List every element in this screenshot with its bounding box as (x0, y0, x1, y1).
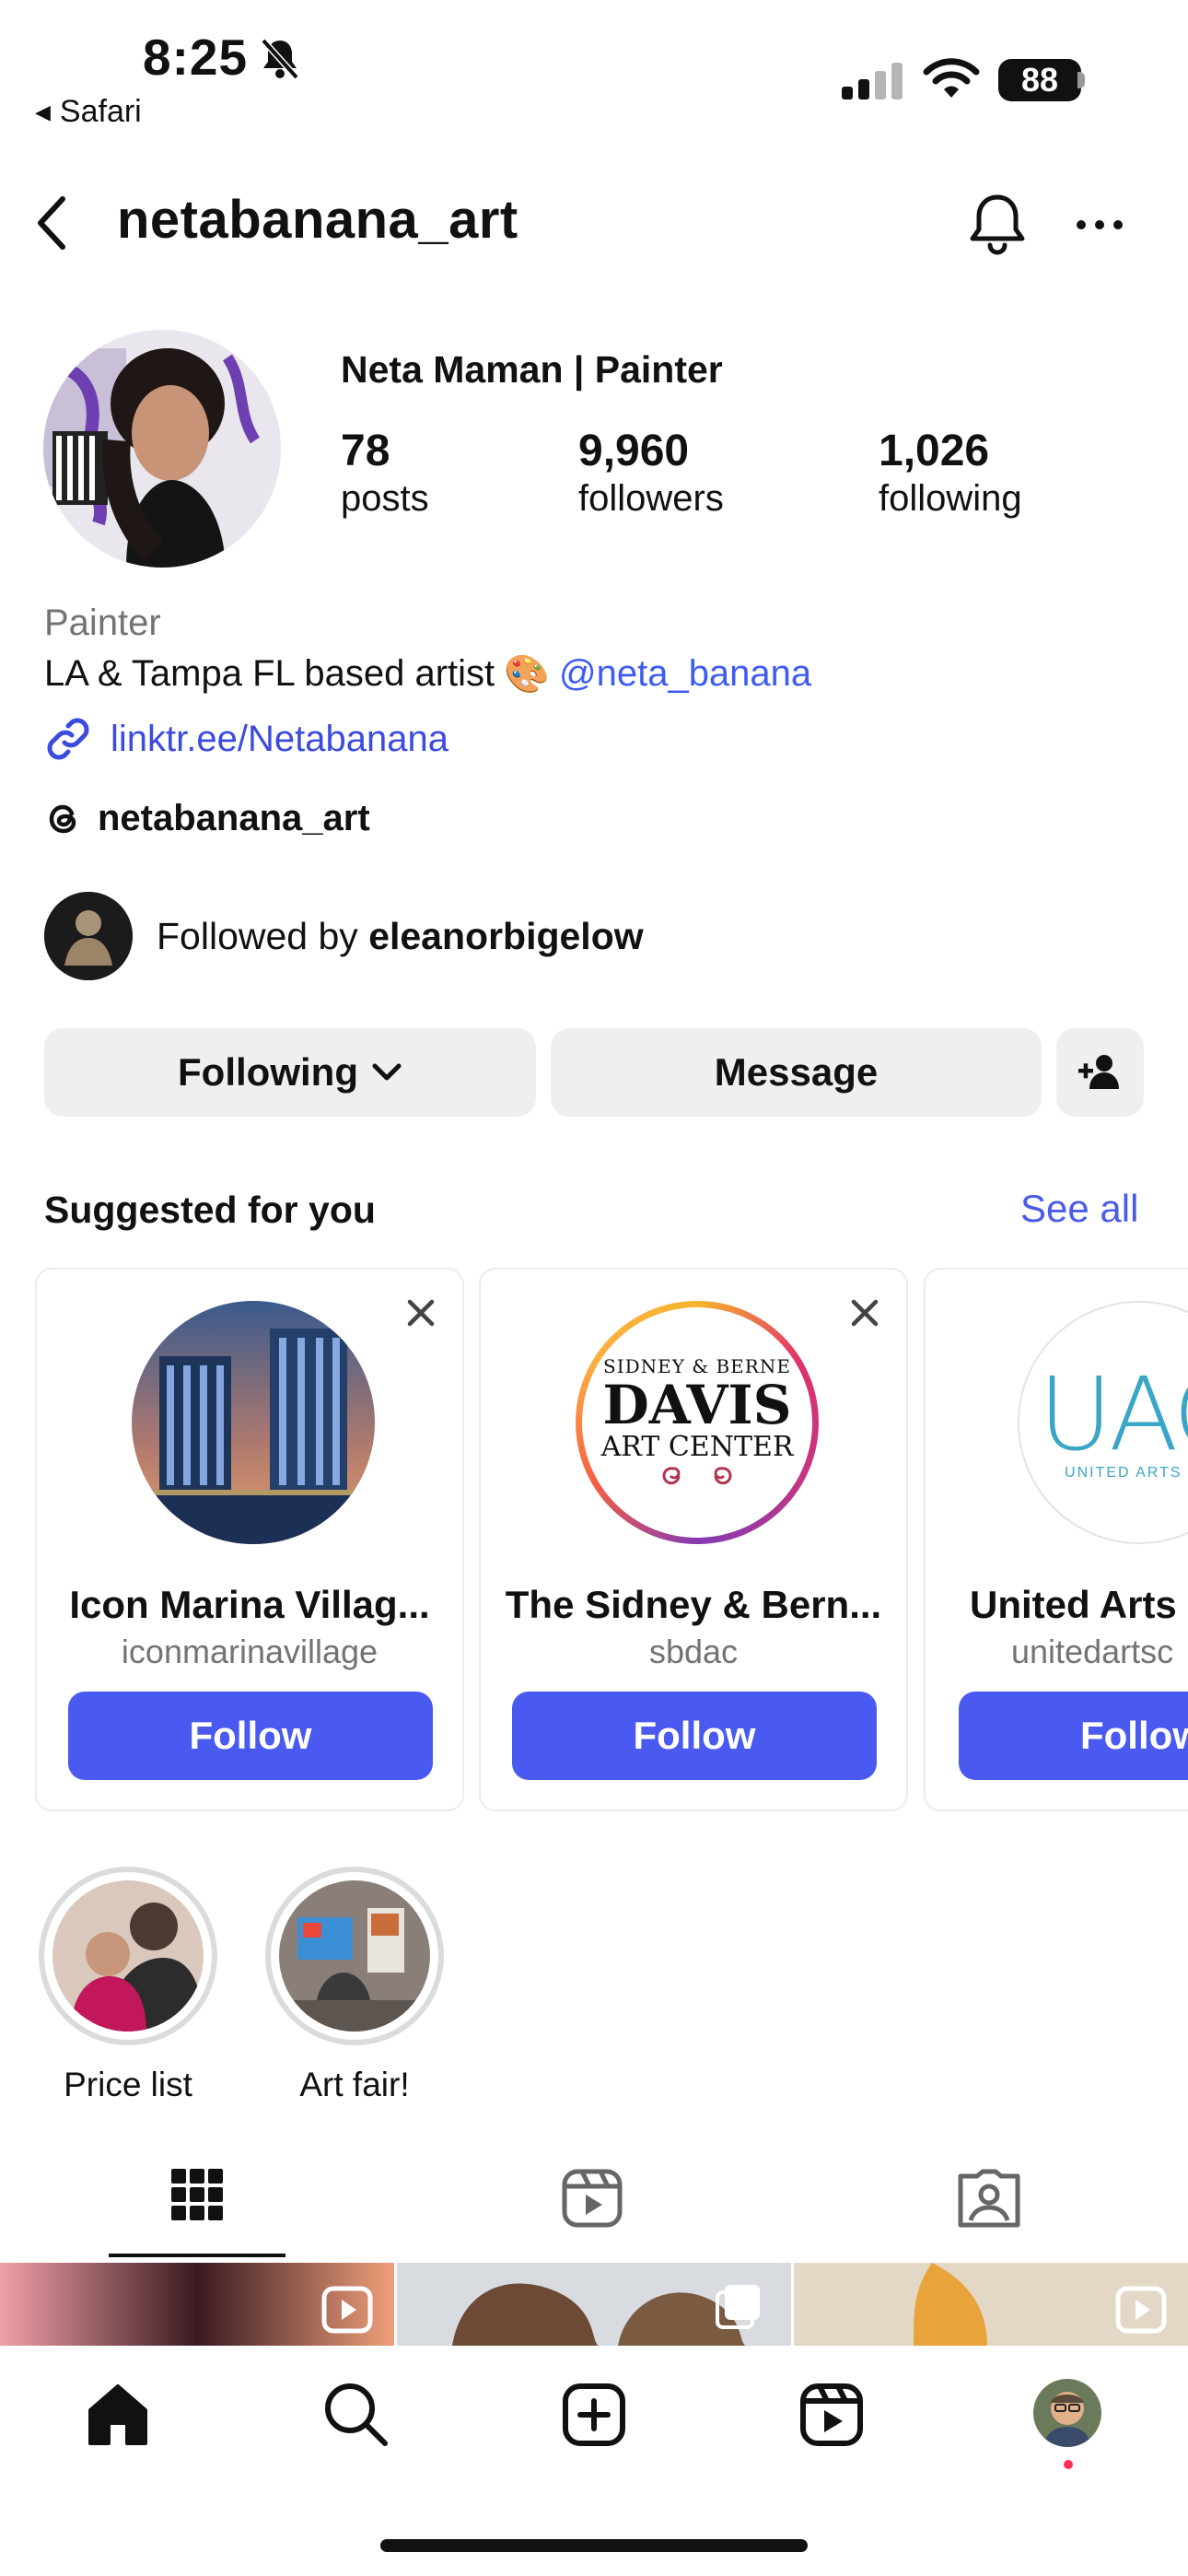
search-icon[interactable] (322, 2381, 390, 2449)
following-button-label: Following (178, 1050, 358, 1094)
post-thumbnail[interactable] (0, 2263, 394, 2346)
suggested-name: The Sidney & Bern... (505, 1583, 882, 1626)
back-to-safari[interactable]: ◀ Safari (35, 94, 142, 130)
reels-icon[interactable] (799, 2383, 864, 2447)
posts-label: posts (341, 478, 429, 519)
following-stat[interactable]: 1,026 following (879, 426, 1022, 520)
suggested-avatar[interactable]: UAC UNITED ARTS CO (1018, 1301, 1188, 1544)
suggested-title: Suggested for you (44, 1188, 376, 1231)
followers-label: followers (578, 478, 724, 519)
davis-logo-line2: DAVIS (602, 1374, 792, 1436)
uac-logo-mark: UAC (1038, 1355, 1188, 1473)
notification-dot (1064, 2460, 1073, 2469)
profile-username: netabanana_art (117, 190, 518, 250)
davis-logo-line3: ART CENTER (600, 1431, 794, 1463)
battery-indicator: 88 (998, 59, 1081, 101)
highlight-ring (265, 1867, 444, 2045)
threads-badge[interactable]: netabanana_art (44, 798, 370, 839)
message-button[interactable]: Message (551, 1028, 1042, 1117)
create-post-icon[interactable] (562, 2383, 626, 2447)
close-icon[interactable] (849, 1297, 880, 1329)
highlight-cover (279, 1880, 430, 2032)
display-name: Neta Maman | Painter (341, 348, 723, 391)
followers-count: 9,960 (578, 427, 690, 475)
following-label: following (879, 478, 1022, 519)
davis-logo: SIDNEY & BERNE DAVIS ART CENTER (582, 1307, 812, 1538)
post-thumbnail[interactable] (794, 2263, 1188, 2346)
highlight-cover (52, 1880, 204, 2032)
suggested-handle: iconmarinavillage (121, 1633, 379, 1670)
following-count: 1,026 (879, 427, 990, 475)
uac-logo-text: UNITED ARTS CO (1065, 1465, 1188, 1481)
profile-bio: LA & Tampa FL based artist 🎨 @neta_banan… (44, 652, 811, 696)
follower-avatar (44, 892, 133, 980)
back-triangle-icon: ◀ (35, 100, 51, 123)
highlight-label: Art fair! (299, 2066, 410, 2103)
suggested-card[interactable]: SIDNEY & BERNE DAVIS ART CENTER The Sidn… (479, 1268, 908, 1811)
add-person-icon (1077, 1052, 1124, 1093)
spiral-icon (662, 1467, 732, 1485)
suggested-avatar[interactable]: SIDNEY & BERNE DAVIS ART CENTER (576, 1301, 819, 1544)
more-options-icon[interactable] (1074, 214, 1125, 236)
battery-tip (1077, 72, 1085, 88)
threads-handle: netabanana_art (98, 798, 370, 838)
suggested-handle: unitedartsc (1011, 1633, 1174, 1670)
story-highlight[interactable]: Price list (39, 1867, 217, 2104)
palette-emoji: 🎨 (504, 654, 550, 695)
suggested-name: Icon Marina Villag... (69, 1583, 430, 1626)
suggest-people-button[interactable] (1056, 1028, 1144, 1117)
follow-button[interactable]: Follow (512, 1692, 877, 1780)
home-icon[interactable] (85, 2383, 151, 2447)
posts-count: 78 (341, 427, 390, 475)
reels-tab-icon[interactable] (562, 2169, 623, 2228)
suggested-avatar[interactable] (132, 1301, 375, 1544)
follow-button[interactable]: Follow (68, 1692, 433, 1780)
threads-icon (44, 799, 85, 839)
story-highlight[interactable]: Art fair! (265, 1867, 444, 2104)
post-thumbnail[interactable] (397, 2263, 791, 2346)
follow-button[interactable]: Follow (959, 1692, 1188, 1780)
bell-icon[interactable] (965, 192, 1030, 258)
message-button-label: Message (714, 1050, 879, 1094)
home-indicator (380, 2539, 808, 2552)
mute-icon (260, 37, 300, 81)
followed-by-row[interactable]: Followed by eleanorbigelow (44, 892, 644, 980)
bio-text: LA & Tampa FL based artist (44, 653, 495, 694)
wifi-icon (923, 57, 980, 100)
tagged-tab-icon[interactable] (958, 2169, 1020, 2228)
highlight-ring (39, 1867, 217, 2045)
status-time: 8:25 (143, 29, 249, 86)
followers-stat[interactable]: 9,960 followers (578, 426, 724, 520)
bio-mention-link[interactable]: @neta_banana (559, 653, 811, 695)
followed-by-user: eleanorbigelow (368, 914, 644, 957)
following-button[interactable]: Following (44, 1028, 536, 1117)
profile-tab-avatar[interactable] (1033, 2379, 1101, 2447)
profile-external-link[interactable]: linktr.ee/Netabanana (44, 715, 448, 763)
posts-stat[interactable]: 78 posts (341, 426, 429, 520)
back-button[interactable] (31, 193, 72, 252)
suggested-name: United Arts (970, 1583, 1177, 1626)
highlight-label: Price list (64, 2066, 192, 2103)
close-icon[interactable] (405, 1297, 437, 1329)
suggested-handle: sbdac (648, 1633, 739, 1670)
chevron-down-icon (371, 1062, 402, 1083)
suggested-card[interactable]: Icon Marina Villag... iconmarinavillage … (35, 1268, 464, 1811)
profile-avatar[interactable] (43, 330, 281, 568)
link-text: linktr.ee/Netabanana (111, 718, 448, 759)
link-icon (44, 715, 92, 763)
profile-category: Painter (44, 603, 161, 643)
suggested-card[interactable]: UAC UNITED ARTS CO United Arts unitedart… (924, 1268, 1188, 1811)
signal-icon (840, 61, 904, 101)
back-app-label: Safari (59, 94, 142, 129)
active-tab-indicator (109, 2254, 285, 2257)
grid-tab-icon[interactable] (171, 2169, 223, 2220)
followed-by-prefix: Followed by (157, 914, 358, 957)
see-all-link[interactable]: See all (1020, 1187, 1138, 1231)
